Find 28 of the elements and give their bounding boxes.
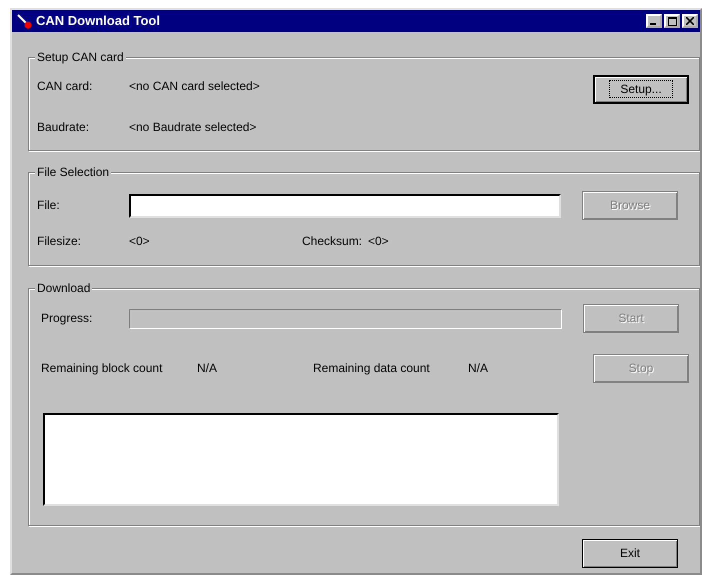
filesize-label: Filesize: xyxy=(37,234,82,248)
group-title: Setup CAN card xyxy=(35,50,126,64)
app-icon xyxy=(16,13,32,29)
block-count-label: Remaining block count xyxy=(41,361,164,376)
block-count-value: N/A xyxy=(197,361,218,376)
data-count-label: Remaining data count xyxy=(313,361,431,376)
window-title: CAN Download Tool xyxy=(36,13,160,29)
field-value: <no CAN card selected> xyxy=(129,79,260,94)
progress-label: Progress: xyxy=(41,311,94,326)
exit-button[interactable]: Exit xyxy=(582,539,678,568)
file-label: File: xyxy=(37,198,61,213)
maximize-button[interactable] xyxy=(664,14,680,28)
group-title: Download xyxy=(35,281,92,296)
log-box[interactable] xyxy=(43,413,559,506)
checksum-label: Checksum: xyxy=(302,234,364,248)
filesize-value: <0> xyxy=(129,234,151,248)
field-value: <no Baudrate selected> xyxy=(129,120,256,135)
minimize-button[interactable] xyxy=(646,14,662,28)
field-label: Baudrate: xyxy=(37,120,90,135)
close-icon xyxy=(686,17,694,25)
file-input-field[interactable] xyxy=(129,194,561,218)
group-title: File Selection xyxy=(35,165,112,180)
data-count-value: N/A xyxy=(468,361,490,376)
checksum-value: <0> xyxy=(368,234,389,248)
field-label: CAN card: xyxy=(37,79,94,94)
maximize-icon xyxy=(668,16,676,26)
close-button[interactable] xyxy=(682,14,698,28)
setup-button[interactable]: Setup... xyxy=(593,75,689,104)
